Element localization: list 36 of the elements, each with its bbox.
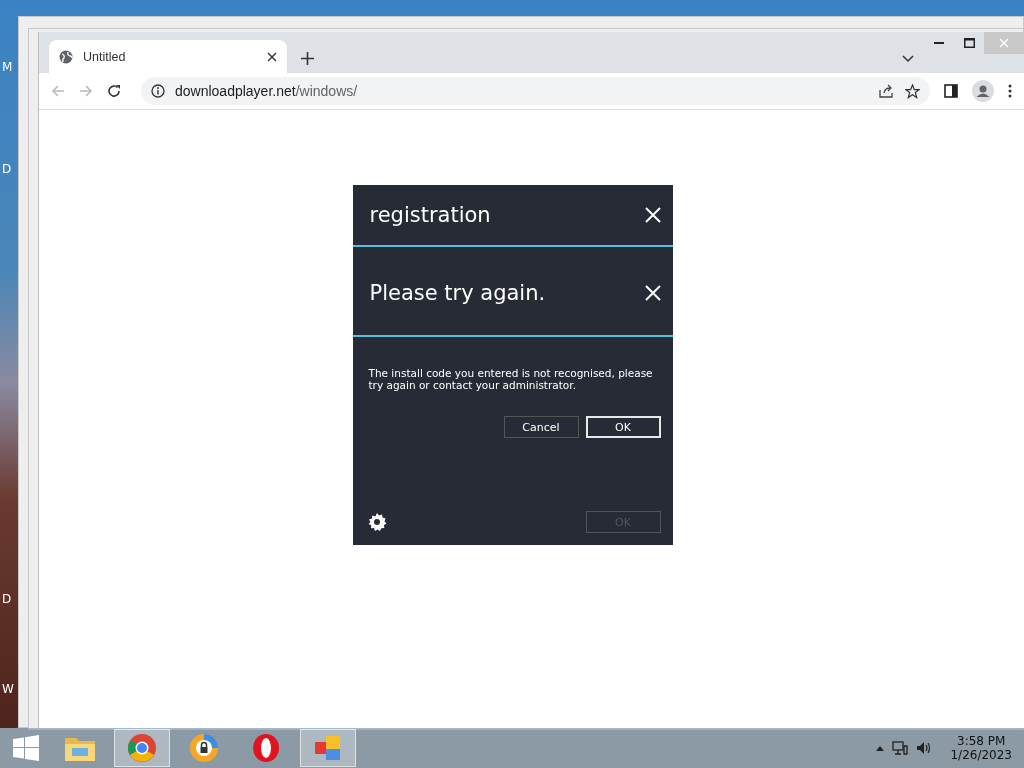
reload-icon[interactable] bbox=[107, 84, 121, 98]
network-icon[interactable] bbox=[892, 741, 909, 755]
new-tab-icon[interactable] bbox=[301, 52, 314, 65]
desktop-icon-label: D bbox=[2, 162, 12, 176]
chevron-down-icon[interactable] bbox=[902, 55, 914, 63]
share-icon[interactable] bbox=[879, 84, 895, 98]
globe-icon bbox=[59, 49, 73, 64]
clock-date: 1/26/2023 bbox=[950, 748, 1012, 762]
info-icon[interactable] bbox=[151, 84, 165, 98]
windows-start-icon[interactable] bbox=[13, 735, 39, 761]
lock-browser-icon bbox=[189, 733, 219, 763]
maximize-icon[interactable] bbox=[963, 38, 975, 48]
clock-time: 3:58 PM bbox=[957, 734, 1006, 748]
tiles-icon bbox=[314, 734, 342, 762]
opera-icon bbox=[251, 733, 281, 763]
speaker-icon[interactable] bbox=[916, 741, 933, 755]
address-bar[interactable]: downloadplayer.net/windows/ bbox=[141, 77, 930, 105]
desktop-icon-label: D bbox=[2, 592, 12, 606]
profile-icon[interactable] bbox=[972, 80, 994, 102]
caret-up-icon[interactable] bbox=[876, 745, 885, 751]
close-icon[interactable] bbox=[267, 51, 277, 62]
error-message: The install code you entered is not recognised, please try again or contact your administrator. bbox=[367, 366, 654, 391]
url-text: downloadplayer.net/windows/ bbox=[175, 83, 359, 99]
cancel-button[interactable]: Cancel bbox=[503, 416, 579, 438]
settings-icon[interactable] bbox=[366, 512, 387, 532]
clock[interactable]: 3:58 PM 1/26/2023 bbox=[950, 734, 1012, 762]
desktop-icon-label: M bbox=[2, 60, 13, 74]
chrome-icon bbox=[127, 733, 157, 763]
star-icon[interactable] bbox=[905, 83, 920, 99]
desktop-icon-label: W bbox=[2, 682, 14, 696]
ok-button[interactable]: OK bbox=[585, 416, 661, 438]
menu-icon[interactable] bbox=[1008, 84, 1012, 98]
side-panel-icon[interactable] bbox=[944, 84, 958, 98]
browser-tab[interactable]: Untitled bbox=[49, 40, 287, 73]
dialog-heading: Please try again. bbox=[369, 280, 546, 305]
dialog-title: registration bbox=[369, 203, 491, 227]
